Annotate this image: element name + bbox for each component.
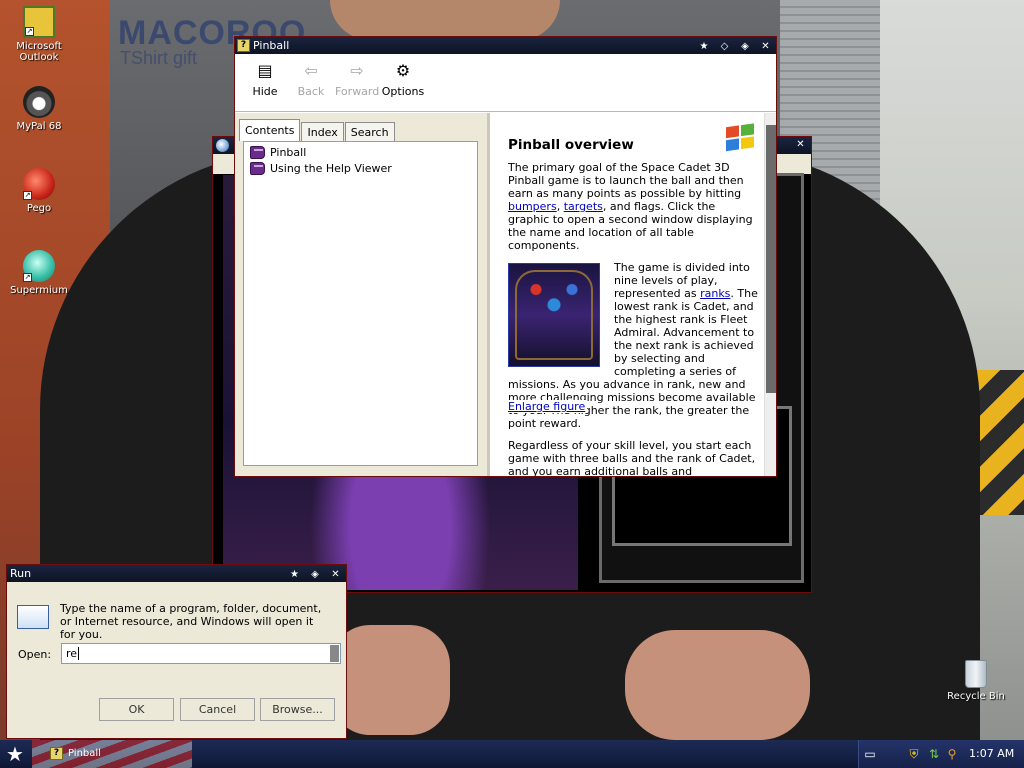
- topic-paragraph-3: Regardless of your skill level, you star…: [508, 439, 756, 476]
- desktop-icon-supermium[interactable]: ↗ Supermium: [1, 250, 77, 296]
- taskbar-button-pinball[interactable]: ? Pinball: [44, 744, 204, 764]
- desktop-icon-label: Microsoft Outlook: [16, 41, 62, 63]
- hide-button[interactable]: ▤ Hide: [243, 58, 287, 111]
- cancel-button[interactable]: Cancel: [180, 698, 255, 721]
- system-tray: ▭ ⛨ ⇅ ⚲ 1:07 AM: [858, 740, 1024, 768]
- enlarge-figure-link[interactable]: Enlarge figure: [508, 400, 588, 413]
- pego-icon: ↗: [23, 168, 55, 200]
- help-window-title: Pinball: [253, 39, 290, 52]
- ok-button[interactable]: OK: [99, 698, 174, 721]
- network-icon[interactable]: ⇅: [927, 747, 941, 761]
- help-titlebar[interactable]: ? Pinball ★ ◇ ◈ ✕: [235, 37, 776, 54]
- hide-pane-icon: ▤: [257, 61, 273, 80]
- topic-paragraph-1: The primary goal of the Space Cadet 3D P…: [508, 161, 758, 252]
- run-titlebar[interactable]: Run ★ ◈ ✕: [7, 565, 346, 582]
- start-button[interactable]: ★: [6, 743, 24, 765]
- topic-content: Pinball overview The primary goal of the…: [508, 121, 758, 476]
- run-message: Type the name of a program, folder, docu…: [60, 602, 322, 641]
- browse-button[interactable]: Browse...: [260, 698, 335, 721]
- tree-item-help-viewer[interactable]: Using the Help Viewer: [250, 161, 477, 177]
- wallpaper-face: [330, 0, 560, 40]
- back-arrow-icon: ⇦: [304, 61, 318, 80]
- options-icon: ⚙: [395, 61, 411, 80]
- outlook-icon: ↗: [23, 6, 55, 38]
- targets-link[interactable]: targets: [564, 200, 603, 213]
- bumpers-link[interactable]: bumpers: [508, 200, 557, 213]
- back-button[interactable]: ⇦ Back: [289, 58, 333, 111]
- ranks-link[interactable]: ranks: [700, 287, 730, 300]
- help-icon[interactable]: ◈: [309, 569, 322, 581]
- mypal-raccoon-icon: [23, 86, 55, 118]
- navigation-pane: Contents Index Search Pinball Using the …: [235, 113, 487, 476]
- close-icon[interactable]: ✕: [329, 569, 342, 581]
- pinball-table-image[interactable]: [508, 263, 600, 367]
- taskbar: ★ ? Pinball ▭ ⛨ ⇅ ⚲ 1:07 AM: [0, 740, 1024, 768]
- options-label: Options: [381, 85, 425, 98]
- options-button[interactable]: ⚙ Options: [381, 58, 425, 111]
- desktop-icon-label: Supermium: [10, 285, 68, 296]
- topic-scrollbar[interactable]: [764, 113, 776, 476]
- back-label: Back: [297, 85, 325, 98]
- desktop-icon-outlook[interactable]: ↗ Microsoft Outlook: [1, 6, 77, 63]
- text: The primary goal of the Space Cadet 3D P…: [508, 161, 744, 200]
- topic-heading: Pinball overview: [508, 137, 634, 153]
- tree-item-pinball[interactable]: Pinball: [250, 145, 477, 161]
- help-window[interactable]: ? Pinball ★ ◇ ◈ ✕ ▤ Hide ⇦ Back ⇨ Forwar…: [234, 36, 777, 477]
- desktop-icon-recycle-bin[interactable]: Recycle Bin: [938, 660, 1014, 702]
- tree-item-label: Using the Help Viewer: [270, 162, 392, 175]
- navigation-tabs: Contents Index Search: [239, 119, 396, 141]
- wallpaper-tagline: TShirt gift: [120, 48, 198, 68]
- minimize-icon[interactable]: ◇: [718, 41, 731, 53]
- star-icon[interactable]: ★: [288, 569, 301, 581]
- tab-search[interactable]: Search: [344, 122, 395, 141]
- run-title: Run: [10, 567, 32, 580]
- maximize-icon[interactable]: ◈: [739, 41, 752, 53]
- help-file-icon: ?: [50, 747, 63, 760]
- tab-index[interactable]: Index: [301, 122, 344, 141]
- run-dialog[interactable]: Run ★ ◈ ✕ Type the name of a program, fo…: [6, 564, 347, 739]
- book-icon: [250, 146, 265, 159]
- forward-arrow-icon: ⇨: [350, 61, 364, 80]
- recycle-bin-icon: [965, 660, 987, 688]
- star-icon[interactable]: ★: [698, 41, 711, 53]
- topic-pane: Pinball overview The primary goal of the…: [490, 113, 776, 476]
- text: ,: [556, 200, 564, 213]
- open-input[interactable]: re: [61, 643, 341, 664]
- security-shield-icon[interactable]: ⛨: [907, 747, 921, 761]
- book-icon: [250, 162, 265, 175]
- tree-item-label: Pinball: [270, 146, 307, 159]
- wallpaper-hand-right: [625, 630, 810, 740]
- desktop-icon-label: MyPal 68: [16, 121, 62, 132]
- search-icon[interactable]: ⚲: [945, 747, 959, 761]
- tab-contents[interactable]: Contents: [239, 119, 301, 141]
- contents-tree: Pinball Using the Help Viewer: [243, 141, 478, 466]
- desktop-icon-pego[interactable]: ↗ Pego: [1, 168, 77, 214]
- forward-button[interactable]: ⇨ Forward: [335, 58, 379, 111]
- supermium-icon: ↗: [23, 250, 55, 282]
- hide-label: Hide: [252, 85, 278, 98]
- scrollbar-thumb[interactable]: [766, 125, 776, 393]
- table-figure: [508, 263, 604, 367]
- pinball-app-icon: [216, 139, 229, 152]
- run-program-icon: [17, 605, 49, 629]
- dropdown-arrow-icon[interactable]: [330, 645, 339, 662]
- help-toolbar: ▤ Hide ⇦ Back ⇨ Forward ⚙ Options: [235, 54, 776, 112]
- close-icon[interactable]: ✕: [759, 41, 772, 53]
- desktop-icon-mypal[interactable]: MyPal 68: [1, 86, 77, 132]
- open-label: Open:: [18, 648, 52, 661]
- help-file-icon: ?: [237, 39, 250, 52]
- keyboard-icon[interactable]: ▭: [863, 747, 877, 761]
- desktop-icon-label: Recycle Bin: [947, 691, 1005, 702]
- open-input-value: re: [66, 647, 78, 660]
- wallpaper-hand-left: [330, 625, 450, 735]
- wallpaper-hazard-stripes: [975, 370, 1024, 515]
- pinball-table-outline: [515, 270, 593, 360]
- desktop-icon-label: Pego: [26, 203, 52, 214]
- taskbar-button-label: Pinball: [68, 748, 101, 759]
- clock[interactable]: 1:07 AM: [969, 747, 1014, 760]
- forward-label: Forward: [335, 85, 380, 98]
- close-icon[interactable]: ✕: [794, 139, 807, 151]
- help-panes: Contents Index Search Pinball Using the …: [235, 113, 776, 476]
